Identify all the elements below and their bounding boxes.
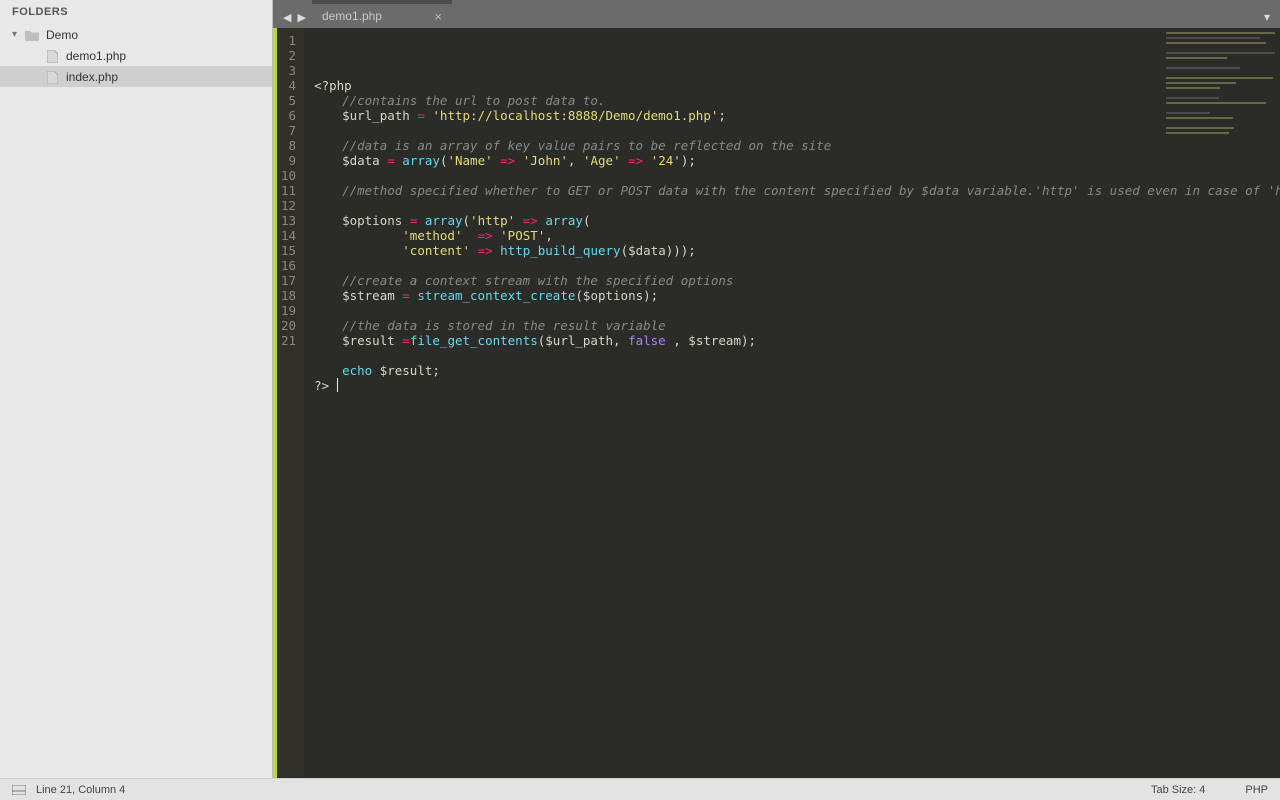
cursor-position[interactable]: Line 21, Column 4: [36, 784, 125, 796]
folders-sidebar: FOLDERS ▾ Demo demo1.php index.php: [0, 0, 273, 778]
panel-switch-icon[interactable]: [12, 784, 26, 796]
tab-nav-arrows: ◀ ▶: [277, 11, 312, 28]
editor-pane: ◀ ▶ index.php×demo1.php× ▾ 1 2 3 4 5 6 7…: [273, 0, 1280, 778]
tab-bar: ◀ ▶ index.php×demo1.php× ▾: [273, 0, 1280, 28]
syntax-indicator[interactable]: PHP: [1245, 784, 1268, 796]
tree-file-label: index.php: [66, 70, 118, 84]
file-icon: [44, 48, 60, 62]
tree-file[interactable]: demo1.php: [0, 45, 272, 66]
tab[interactable]: demo1.php ×: [312, 4, 452, 28]
status-bar: Line 21, Column 4 Tab Size: 4 PHP: [0, 778, 1280, 800]
code-editor[interactable]: 1 2 3 4 5 6 7 8 9 10 11 12 13 14 15 16 1…: [273, 28, 1280, 778]
folder-icon: [24, 28, 40, 42]
line-gutter[interactable]: 1 2 3 4 5 6 7 8 9 10 11 12 13 14 15 16 1…: [277, 28, 304, 778]
minimap[interactable]: [1166, 32, 1276, 152]
tree-folder-label: Demo: [46, 28, 78, 42]
tree-file-label: demo1.php: [66, 49, 126, 63]
tab-label: demo1.php: [322, 9, 382, 23]
nav-forward-icon[interactable]: ▶: [297, 11, 305, 24]
code-body[interactable]: <?php//contains the url to post data to.…: [304, 28, 1280, 778]
tab-size-indicator[interactable]: Tab Size: 4: [1151, 784, 1205, 796]
tree-file[interactable]: index.php: [0, 66, 272, 87]
close-icon[interactable]: ×: [424, 9, 442, 24]
folder-tree: ▾ Demo demo1.php index.php: [0, 22, 272, 89]
chevron-down-icon[interactable]: ▾: [12, 29, 22, 40]
tab-menu-icon[interactable]: ▾: [1254, 10, 1280, 28]
nav-back-icon[interactable]: ◀: [283, 11, 291, 24]
tree-folder-root[interactable]: ▾ Demo: [0, 24, 272, 45]
file-icon: [44, 69, 60, 83]
sidebar-title: FOLDERS: [0, 0, 272, 22]
